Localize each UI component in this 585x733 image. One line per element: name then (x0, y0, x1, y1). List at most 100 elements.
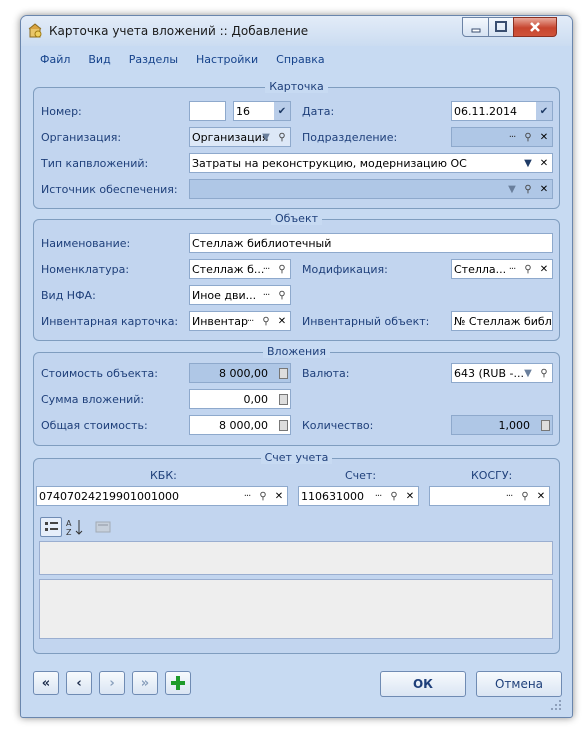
dropdown-icon[interactable]: ▼ (520, 364, 536, 382)
number-input[interactable] (189, 101, 226, 121)
org-select[interactable]: Организация ▼ ⚲ (189, 127, 291, 147)
svg-text:A: A (66, 519, 72, 528)
property-grid-top[interactable] (39, 541, 553, 575)
card-group-title: Карточка (265, 80, 328, 93)
clear-icon[interactable]: ✕ (402, 487, 418, 505)
pick-icon[interactable]: ⚲ (258, 312, 274, 330)
more-icon[interactable]: ··· (258, 260, 274, 278)
pick-icon[interactable]: ⚲ (536, 364, 552, 382)
clear-icon[interactable]: ✕ (274, 312, 290, 330)
property-pages-button[interactable] (94, 519, 112, 535)
first-record-button[interactable]: « (33, 671, 59, 695)
dropdown-icon[interactable]: ▼ (504, 180, 520, 198)
kbk-select[interactable]: 07407024219901001000 ··· ⚲ ✕ (36, 486, 288, 506)
menu-bar: Файл Вид Разделы Настройки Справка (31, 49, 334, 71)
more-icon[interactable]: ··· (370, 487, 386, 505)
menu-view[interactable]: Вид (79, 49, 119, 71)
previous-icon: ‹ (76, 675, 82, 691)
close-button[interactable] (513, 17, 557, 37)
dropdown-icon[interactable]: ▼ (258, 128, 274, 146)
pick-icon[interactable]: ⚲ (274, 128, 290, 146)
add-record-button[interactable] (165, 671, 191, 695)
number-suffix-select[interactable]: 16 ✔ (233, 101, 291, 121)
check-icon[interactable]: ✔ (274, 102, 290, 120)
more-icon[interactable]: ··· (258, 286, 274, 304)
inv-card-select[interactable]: Инвентар ··· ⚲ ✕ (189, 311, 291, 331)
calculator-icon[interactable] (276, 390, 290, 408)
object-group: Объект Наименование: Стеллаж библиотечны… (33, 212, 560, 341)
modification-select[interactable]: Стелла... ··· ⚲ ✕ (451, 259, 553, 279)
inv-card-label: Инвентарная карточка: (41, 315, 179, 328)
invest-sum-label: Сумма вложений: (41, 393, 145, 406)
cap-type-select[interactable]: Затраты на реконструкцию, модернизацию О… (189, 153, 553, 173)
window-title: Карточка учета вложений :: Добавление (49, 24, 309, 38)
source-select[interactable]: ▼ ⚲ ✕ (189, 179, 553, 199)
subdivision-select[interactable]: ··· ⚲ ✕ (451, 127, 553, 147)
obj-cost-label: Стоимость объекта: (41, 367, 158, 380)
org-label: Организация: (41, 131, 122, 144)
pick-icon[interactable]: ⚲ (517, 487, 533, 505)
pick-icon[interactable]: ⚲ (274, 260, 290, 278)
clear-icon[interactable]: ✕ (536, 180, 552, 198)
clear-icon[interactable]: ✕ (533, 487, 549, 505)
calculator-icon[interactable] (538, 416, 552, 434)
clear-icon[interactable]: ✕ (536, 128, 552, 146)
inv-object-label: Инвентарный объект: (302, 315, 430, 328)
account-group-title: Счет учета (260, 451, 333, 464)
more-icon[interactable]: ··· (239, 487, 255, 505)
pick-icon[interactable]: ⚲ (386, 487, 402, 505)
cancel-button[interactable]: Отмена (476, 671, 562, 697)
menu-sections[interactable]: Разделы (120, 49, 187, 71)
minimize-button[interactable] (462, 17, 489, 37)
nomenclature-select[interactable]: Стеллаж б... ··· ⚲ (189, 259, 291, 279)
more-icon[interactable]: ··· (501, 487, 517, 505)
pick-icon[interactable]: ⚲ (520, 128, 536, 146)
currency-select[interactable]: 643 (RUB -... ▼ ⚲ (451, 363, 553, 383)
menu-file[interactable]: Файл (31, 49, 79, 71)
maximize-button[interactable] (488, 17, 514, 37)
number-label: Номер: (41, 105, 82, 118)
qty-input[interactable]: 1,000 (451, 415, 553, 435)
more-icon[interactable]: ··· (504, 128, 520, 146)
inv-object-input[interactable]: № Стеллаж библис (451, 311, 553, 331)
list-icon (45, 522, 58, 531)
dropdown-icon[interactable]: ▼ (520, 154, 536, 172)
last-record-button[interactable]: » (132, 671, 158, 695)
total-input[interactable]: 8 000,00 (189, 415, 291, 435)
next-record-button[interactable]: › (99, 671, 125, 695)
check-icon[interactable]: ✔ (536, 102, 552, 120)
property-pages-icon (95, 521, 111, 533)
plus-icon (171, 676, 185, 690)
details-view-button[interactable] (40, 517, 62, 537)
resize-grip-icon[interactable] (550, 698, 562, 710)
more-icon[interactable]: ··· (242, 312, 258, 330)
investments-group-title: Вложения (263, 345, 330, 358)
more-icon[interactable]: ··· (504, 260, 520, 278)
title-bar[interactable]: Карточка учета вложений :: Добавление (21, 16, 572, 46)
obj-cost-input[interactable]: 8 000,00 (189, 363, 291, 383)
name-input[interactable]: Стеллаж библиотечный (189, 233, 553, 253)
pick-icon[interactable]: ⚲ (520, 180, 536, 198)
close-icon (530, 22, 540, 32)
pick-icon[interactable]: ⚲ (255, 487, 271, 505)
calculator-icon[interactable] (276, 364, 290, 382)
previous-record-button[interactable]: ‹ (66, 671, 92, 695)
menu-settings[interactable]: Настройки (187, 49, 267, 71)
menu-help[interactable]: Справка (267, 49, 333, 71)
ok-button[interactable]: ОК (380, 671, 466, 697)
invest-sum-input[interactable]: 0,00 (189, 389, 291, 409)
nfa-select[interactable]: Иное дви... ··· ⚲ (189, 285, 291, 305)
qty-label: Количество: (302, 419, 374, 432)
sort-button[interactable]: AZ (65, 517, 85, 537)
clear-icon[interactable]: ✕ (271, 487, 287, 505)
calculator-icon[interactable] (276, 416, 290, 434)
kosgu-select[interactable]: ··· ⚲ ✕ (429, 486, 550, 506)
account-group: Счет учета КБК: Счет: КОСГУ: 07407024219… (33, 451, 560, 654)
date-picker[interactable]: 06.11.2014 ✔ (451, 101, 553, 121)
pick-icon[interactable]: ⚲ (274, 286, 290, 304)
pick-icon[interactable]: ⚲ (520, 260, 536, 278)
account-select[interactable]: 110631000 ··· ⚲ ✕ (298, 486, 419, 506)
clear-icon[interactable]: ✕ (536, 260, 552, 278)
cap-type-label: Тип капвложений: (41, 157, 149, 170)
clear-icon[interactable]: ✕ (536, 154, 552, 172)
